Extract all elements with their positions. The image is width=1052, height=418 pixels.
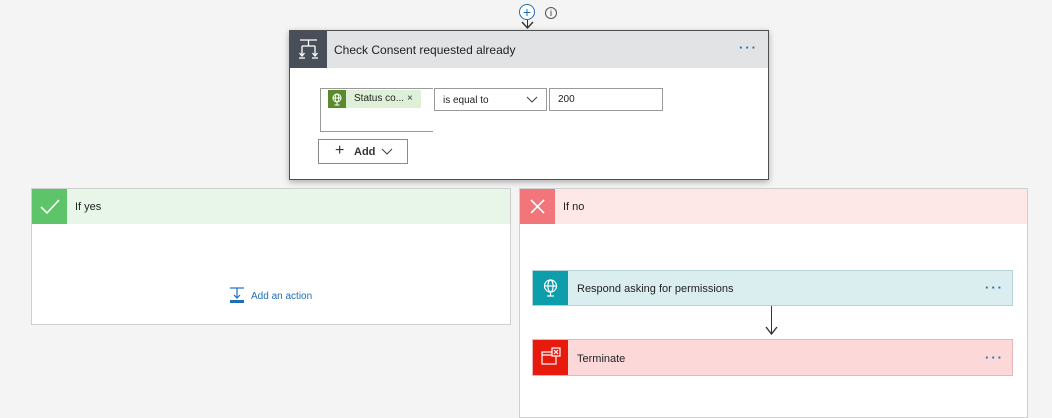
add-action-label: Add an action: [251, 291, 313, 302]
more-options-button[interactable]: ···: [739, 40, 758, 55]
checkmark-icon: [32, 189, 67, 224]
if-no-header[interactable]: If no: [520, 189, 1027, 224]
condition-value-input[interactable]: [549, 88, 663, 111]
condition-header[interactable]: Check Consent requested already ···: [290, 31, 768, 68]
condition-card[interactable]: Check Consent requested already ··· Stat…: [289, 30, 769, 180]
respond-action-card[interactable]: Respond asking for permissions ···: [532, 270, 1013, 306]
condition-icon: [290, 31, 327, 68]
dynamic-content-token[interactable]: Status co... ×: [328, 90, 421, 108]
arrow-down-icon: [521, 21, 534, 30]
if-yes-title: If yes: [75, 201, 102, 213]
close-icon: [520, 189, 555, 224]
if-yes-branch: If yes Add an action: [31, 188, 511, 325]
plus-icon: +: [335, 142, 345, 159]
terminate-action-title: Terminate: [577, 353, 626, 365]
operator-value: is equal to: [443, 95, 489, 106]
chevron-down-icon: [526, 96, 538, 103]
if-yes-header[interactable]: If yes: [32, 189, 510, 224]
add-label: Add: [354, 146, 376, 158]
arrow-down-icon: [765, 326, 778, 336]
globe-icon: [328, 90, 346, 108]
more-options-button[interactable]: ···: [985, 280, 1004, 295]
chevron-down-icon: [381, 148, 393, 155]
terminate-icon: [533, 340, 568, 375]
globe-icon: [533, 271, 568, 305]
respond-action-title: Respond asking for permissions: [577, 283, 734, 295]
condition-title: Check Consent requested already: [334, 43, 516, 57]
add-action-icon: [229, 286, 245, 304]
token-remove-button[interactable]: ×: [407, 93, 413, 104]
token-label: Status co...: [354, 93, 405, 104]
more-options-button[interactable]: ···: [985, 350, 1004, 365]
if-no-title: If no: [563, 201, 585, 213]
info-icon[interactable]: i: [545, 7, 557, 19]
terminate-action-card[interactable]: Terminate ···: [532, 339, 1013, 376]
add-condition-button[interactable]: + Add: [318, 139, 408, 164]
insert-step-button[interactable]: +: [519, 4, 535, 20]
operator-dropdown[interactable]: is equal to: [434, 88, 547, 111]
